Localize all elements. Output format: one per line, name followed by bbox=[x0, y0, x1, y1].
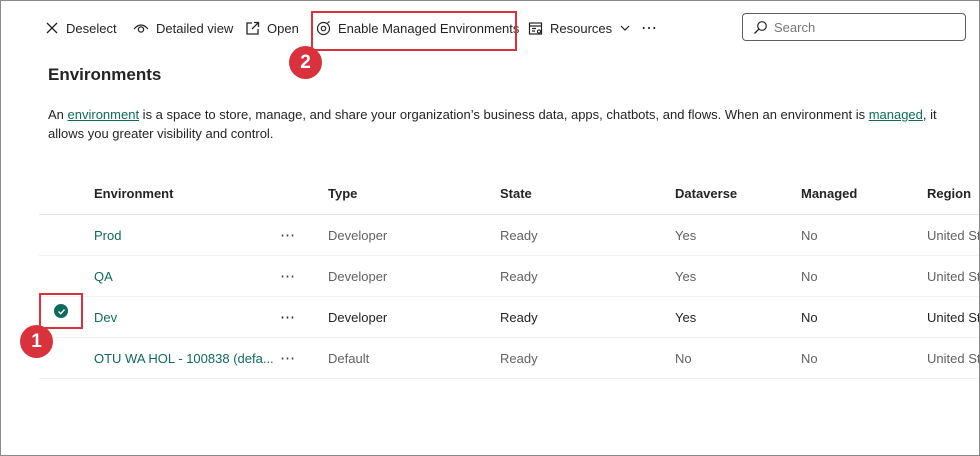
region-cell: United Sta bbox=[927, 227, 979, 243]
detailed-view-label: Detailed view bbox=[156, 20, 234, 36]
app-frame: Deselect Detailed view Open Enable Manag… bbox=[0, 0, 980, 456]
resources-icon bbox=[528, 21, 543, 35]
row-more-button[interactable]: ⋯ bbox=[280, 297, 296, 337]
search-box[interactable] bbox=[742, 13, 966, 41]
state-cell: Ready bbox=[500, 350, 538, 366]
dataverse-cell: Yes bbox=[675, 309, 697, 325]
close-icon bbox=[46, 22, 58, 34]
callout-badge-1: 1 bbox=[20, 325, 53, 358]
more-commands-button[interactable]: ⋯ bbox=[635, 12, 664, 44]
resources-menu-button[interactable]: Resources bbox=[522, 12, 637, 44]
managed-link[interactable]: managed bbox=[869, 107, 923, 122]
column-header-environment[interactable]: Environment bbox=[94, 173, 173, 214]
page-title: Environments bbox=[48, 65, 162, 84]
column-header-type[interactable]: Type bbox=[328, 173, 357, 214]
deselect-label: Deselect bbox=[66, 20, 117, 36]
managed-cell: No bbox=[801, 350, 818, 366]
description-text: is a space to store, manage, and share y… bbox=[139, 107, 869, 122]
environment-name-link[interactable]: QA bbox=[94, 256, 113, 296]
region-cell: United Sta bbox=[927, 268, 979, 284]
table-row-qa[interactable]: QA ⋯ Developer Ready Yes No United Sta bbox=[39, 256, 979, 297]
description-text: An bbox=[48, 107, 68, 122]
managed-cell: No bbox=[801, 268, 818, 284]
managed-cell: No bbox=[801, 309, 818, 325]
enable-managed-highlight-box bbox=[311, 11, 517, 51]
search-input[interactable] bbox=[774, 19, 944, 35]
table-row-default[interactable]: OTU WA HOL - 100838 (defa... ⋯ Default R… bbox=[39, 338, 979, 379]
dataverse-cell: No bbox=[675, 350, 692, 366]
region-cell: United Sta bbox=[927, 350, 979, 366]
resources-label: Resources bbox=[550, 20, 613, 36]
checkmark-icon bbox=[54, 304, 68, 318]
column-header-region[interactable]: Region bbox=[927, 173, 971, 214]
state-cell: Ready bbox=[500, 309, 538, 325]
row-more-button[interactable]: ⋯ bbox=[280, 338, 296, 378]
region-cell: United Sta bbox=[927, 309, 979, 325]
type-cell: Developer bbox=[328, 268, 388, 284]
row-select-checkbox[interactable] bbox=[39, 293, 83, 329]
open-label: Open bbox=[267, 20, 299, 36]
column-header-managed[interactable]: Managed bbox=[801, 173, 857, 214]
dataverse-cell: Yes bbox=[675, 268, 697, 284]
column-header-dataverse[interactable]: Dataverse bbox=[675, 173, 737, 214]
row-more-button[interactable]: ⋯ bbox=[280, 256, 296, 296]
state-cell: Ready bbox=[500, 227, 538, 243]
environment-link[interactable]: environment bbox=[68, 107, 140, 122]
type-cell: Developer bbox=[328, 309, 388, 325]
managed-cell: No bbox=[801, 227, 818, 243]
deselect-button[interactable]: Deselect bbox=[39, 12, 123, 44]
row-more-button[interactable]: ⋯ bbox=[280, 215, 296, 255]
detailed-view-button[interactable]: Detailed view bbox=[127, 12, 239, 44]
open-external-icon bbox=[246, 21, 260, 35]
type-cell: Default bbox=[328, 350, 370, 366]
search-icon bbox=[754, 20, 767, 34]
table-header-row: Environment Type State Dataverse Managed… bbox=[39, 173, 979, 215]
column-header-state[interactable]: State bbox=[500, 173, 532, 214]
page-description: An environment is a space to store, mana… bbox=[48, 105, 968, 143]
type-cell: Developer bbox=[328, 227, 388, 243]
chevron-down-icon bbox=[620, 25, 630, 31]
state-cell: Ready bbox=[500, 268, 538, 284]
environment-name-link[interactable]: Dev bbox=[94, 297, 117, 337]
open-button[interactable]: Open bbox=[239, 12, 305, 44]
callout-badge-2: 2 bbox=[289, 46, 322, 79]
eye-icon bbox=[133, 24, 149, 33]
environments-table: Environment Type State Dataverse Managed… bbox=[39, 173, 979, 379]
table-row-dev[interactable]: Dev ⋯ Developer Ready Yes No United Sta bbox=[39, 293, 979, 338]
dataverse-cell: Yes bbox=[675, 227, 697, 243]
environment-name-link[interactable]: OTU WA HOL - 100838 (defa... bbox=[94, 338, 274, 378]
table-row-prod[interactable]: Prod ⋯ Developer Ready Yes No United Sta bbox=[39, 215, 979, 256]
environment-name-link[interactable]: Prod bbox=[94, 215, 121, 255]
